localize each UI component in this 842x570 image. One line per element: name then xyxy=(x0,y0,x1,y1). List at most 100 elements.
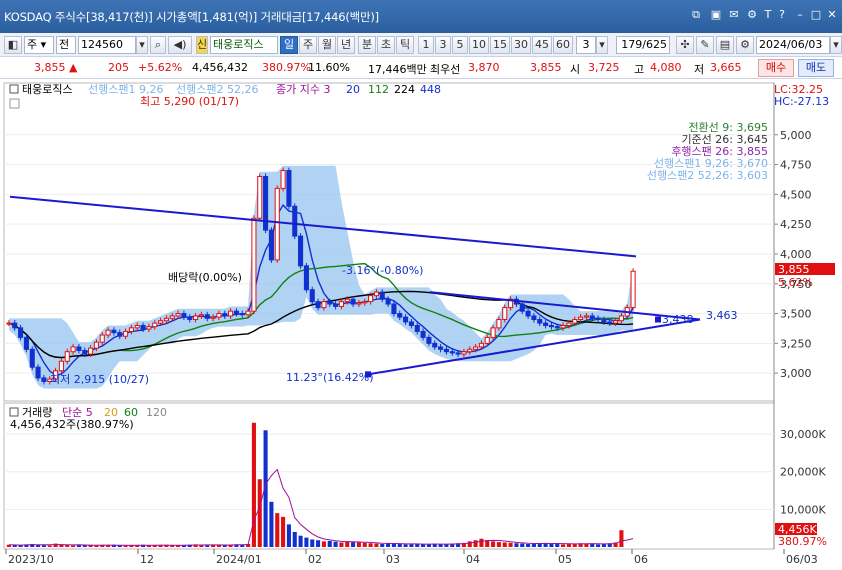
candle-body xyxy=(478,342,484,348)
interval-3[interactable]: 3 xyxy=(435,36,451,54)
candle-body xyxy=(257,175,263,219)
candle-body xyxy=(455,352,461,355)
tab-period-second[interactable]: 초 xyxy=(377,36,395,54)
candle-body xyxy=(321,301,327,309)
help-icon[interactable]: ? xyxy=(776,9,788,21)
candle-body xyxy=(461,351,467,355)
candle-body xyxy=(315,301,321,309)
low-annotation: 최저 2,915 (10/27) xyxy=(50,373,149,386)
volume-bar xyxy=(275,513,280,547)
interval-30[interactable]: 30 xyxy=(511,36,531,54)
volume-bar xyxy=(397,543,402,547)
x-tick-label: 2024/01 xyxy=(216,553,262,566)
tab-period-week[interactable]: 주 xyxy=(299,36,317,54)
tab-period-year[interactable]: 년 xyxy=(337,36,355,54)
x-tick-label: 02 xyxy=(308,553,322,566)
crosshair-icon[interactable]: ✣ xyxy=(676,36,694,54)
interval-45[interactable]: 45 xyxy=(532,36,552,54)
volume-bar xyxy=(502,542,507,547)
volume-bar xyxy=(561,544,566,547)
tab-period-day[interactable]: 일 xyxy=(280,36,298,54)
chart-area: 30,000K 20,000K 10,000K 태웅로직스 선행스팬1 9,26 선… xyxy=(0,79,842,567)
candle-body xyxy=(222,313,228,317)
legend-ma20: 20 xyxy=(346,83,360,96)
save-icon[interactable]: ▤ xyxy=(716,36,734,54)
search-icon[interactable]: ⌕ xyxy=(150,36,166,54)
candle-body xyxy=(618,315,624,322)
interval-dropdown-button[interactable]: ▾ xyxy=(596,36,608,54)
interval-5[interactable]: 5 xyxy=(452,36,468,54)
interval-10[interactable]: 10 xyxy=(469,36,489,54)
candle-body xyxy=(140,324,146,330)
y-tick-label: 4,250 xyxy=(780,218,812,231)
candle-body xyxy=(233,310,239,315)
sell-button[interactable]: 매도 xyxy=(798,59,834,77)
volume-bar xyxy=(356,542,361,547)
candle-body xyxy=(111,329,117,334)
minimize-icon[interactable]: – xyxy=(794,9,806,21)
candle-body xyxy=(298,235,304,267)
copy-icon[interactable]: ▣ xyxy=(710,9,722,21)
tab-period-minute[interactable]: 분 xyxy=(358,36,376,54)
draw-icon[interactable]: ✎ xyxy=(696,36,714,54)
interval-input[interactable]: 3 xyxy=(576,36,596,54)
date-dropdown-button[interactable]: ▾ xyxy=(830,36,842,54)
best-bid: 3,855 xyxy=(530,61,562,74)
candle-body xyxy=(438,346,444,350)
candle-body xyxy=(589,315,595,319)
code-dropdown-button[interactable]: ▾ xyxy=(136,36,148,54)
price-chart-svg[interactable]: 30,000K20,000K10,000K 태웅로직스 선행스팬1 9,26 선… xyxy=(0,79,842,567)
volume-bar xyxy=(619,530,624,547)
volume-bar xyxy=(596,544,601,547)
volume-bar xyxy=(298,535,303,547)
interval-60[interactable]: 60 xyxy=(553,36,573,54)
volume: 4,456,432 xyxy=(192,61,248,74)
text-icon[interactable]: T xyxy=(762,9,774,21)
legend-stock-name: 태웅로직스 xyxy=(22,83,73,96)
candle-body xyxy=(566,322,572,326)
y-tick-label: 5,000 xyxy=(780,129,812,142)
volume-bar xyxy=(549,543,554,547)
candle-body xyxy=(344,298,350,303)
best-ask: 3,870 xyxy=(468,61,500,74)
settings-icon[interactable]: ⚙ xyxy=(746,9,758,21)
volume-bar xyxy=(269,501,274,547)
volume-bar xyxy=(590,543,595,547)
candle-body xyxy=(484,336,490,344)
sidebar-toggle-button[interactable]: ◧ xyxy=(4,36,22,54)
volume-bar xyxy=(321,541,326,547)
volume-tick-label: 20,000K xyxy=(780,466,826,479)
close-icon[interactable]: ✕ xyxy=(826,9,838,21)
tab-period-month[interactable]: 월 xyxy=(318,36,336,54)
gear-icon[interactable]: ⚙ xyxy=(736,36,754,54)
date-input[interactable]: 2024/06/03 xyxy=(756,36,830,54)
market-select[interactable]: 주 ▾ xyxy=(24,36,54,54)
candle-body xyxy=(502,307,508,321)
pin-icon[interactable]: ✉ xyxy=(728,9,740,21)
volume-bar xyxy=(205,545,210,547)
change-percent: +5.62% xyxy=(138,61,183,74)
interval-15[interactable]: 15 xyxy=(490,36,510,54)
candle-body xyxy=(385,298,391,305)
volume-bar xyxy=(409,543,414,547)
volume-bar xyxy=(47,545,52,547)
candle-body xyxy=(303,265,309,291)
candle-body xyxy=(583,315,589,318)
maximize-icon[interactable]: □ xyxy=(810,9,822,21)
volume-bar xyxy=(526,543,531,547)
tab-period-tick[interactable]: 틱 xyxy=(396,36,414,54)
type-select[interactable]: 전 xyxy=(56,36,76,54)
link-icon[interactable]: ⧉ xyxy=(690,9,702,21)
code-input[interactable]: 124560 xyxy=(78,36,136,54)
sound-icon[interactable]: ◀) xyxy=(168,36,192,54)
candle-body xyxy=(128,327,134,332)
current-price: 3,855 ▲ xyxy=(34,61,78,74)
candle-body xyxy=(286,170,292,207)
buy-button[interactable]: 매수 xyxy=(758,59,794,77)
candle-body xyxy=(163,317,169,322)
x-tick-label: 04 xyxy=(466,553,480,566)
legend-menu-icon[interactable] xyxy=(9,98,20,109)
candle-body xyxy=(152,322,158,328)
trendline-handle[interactable] xyxy=(655,316,661,323)
interval-1[interactable]: 1 xyxy=(418,36,434,54)
